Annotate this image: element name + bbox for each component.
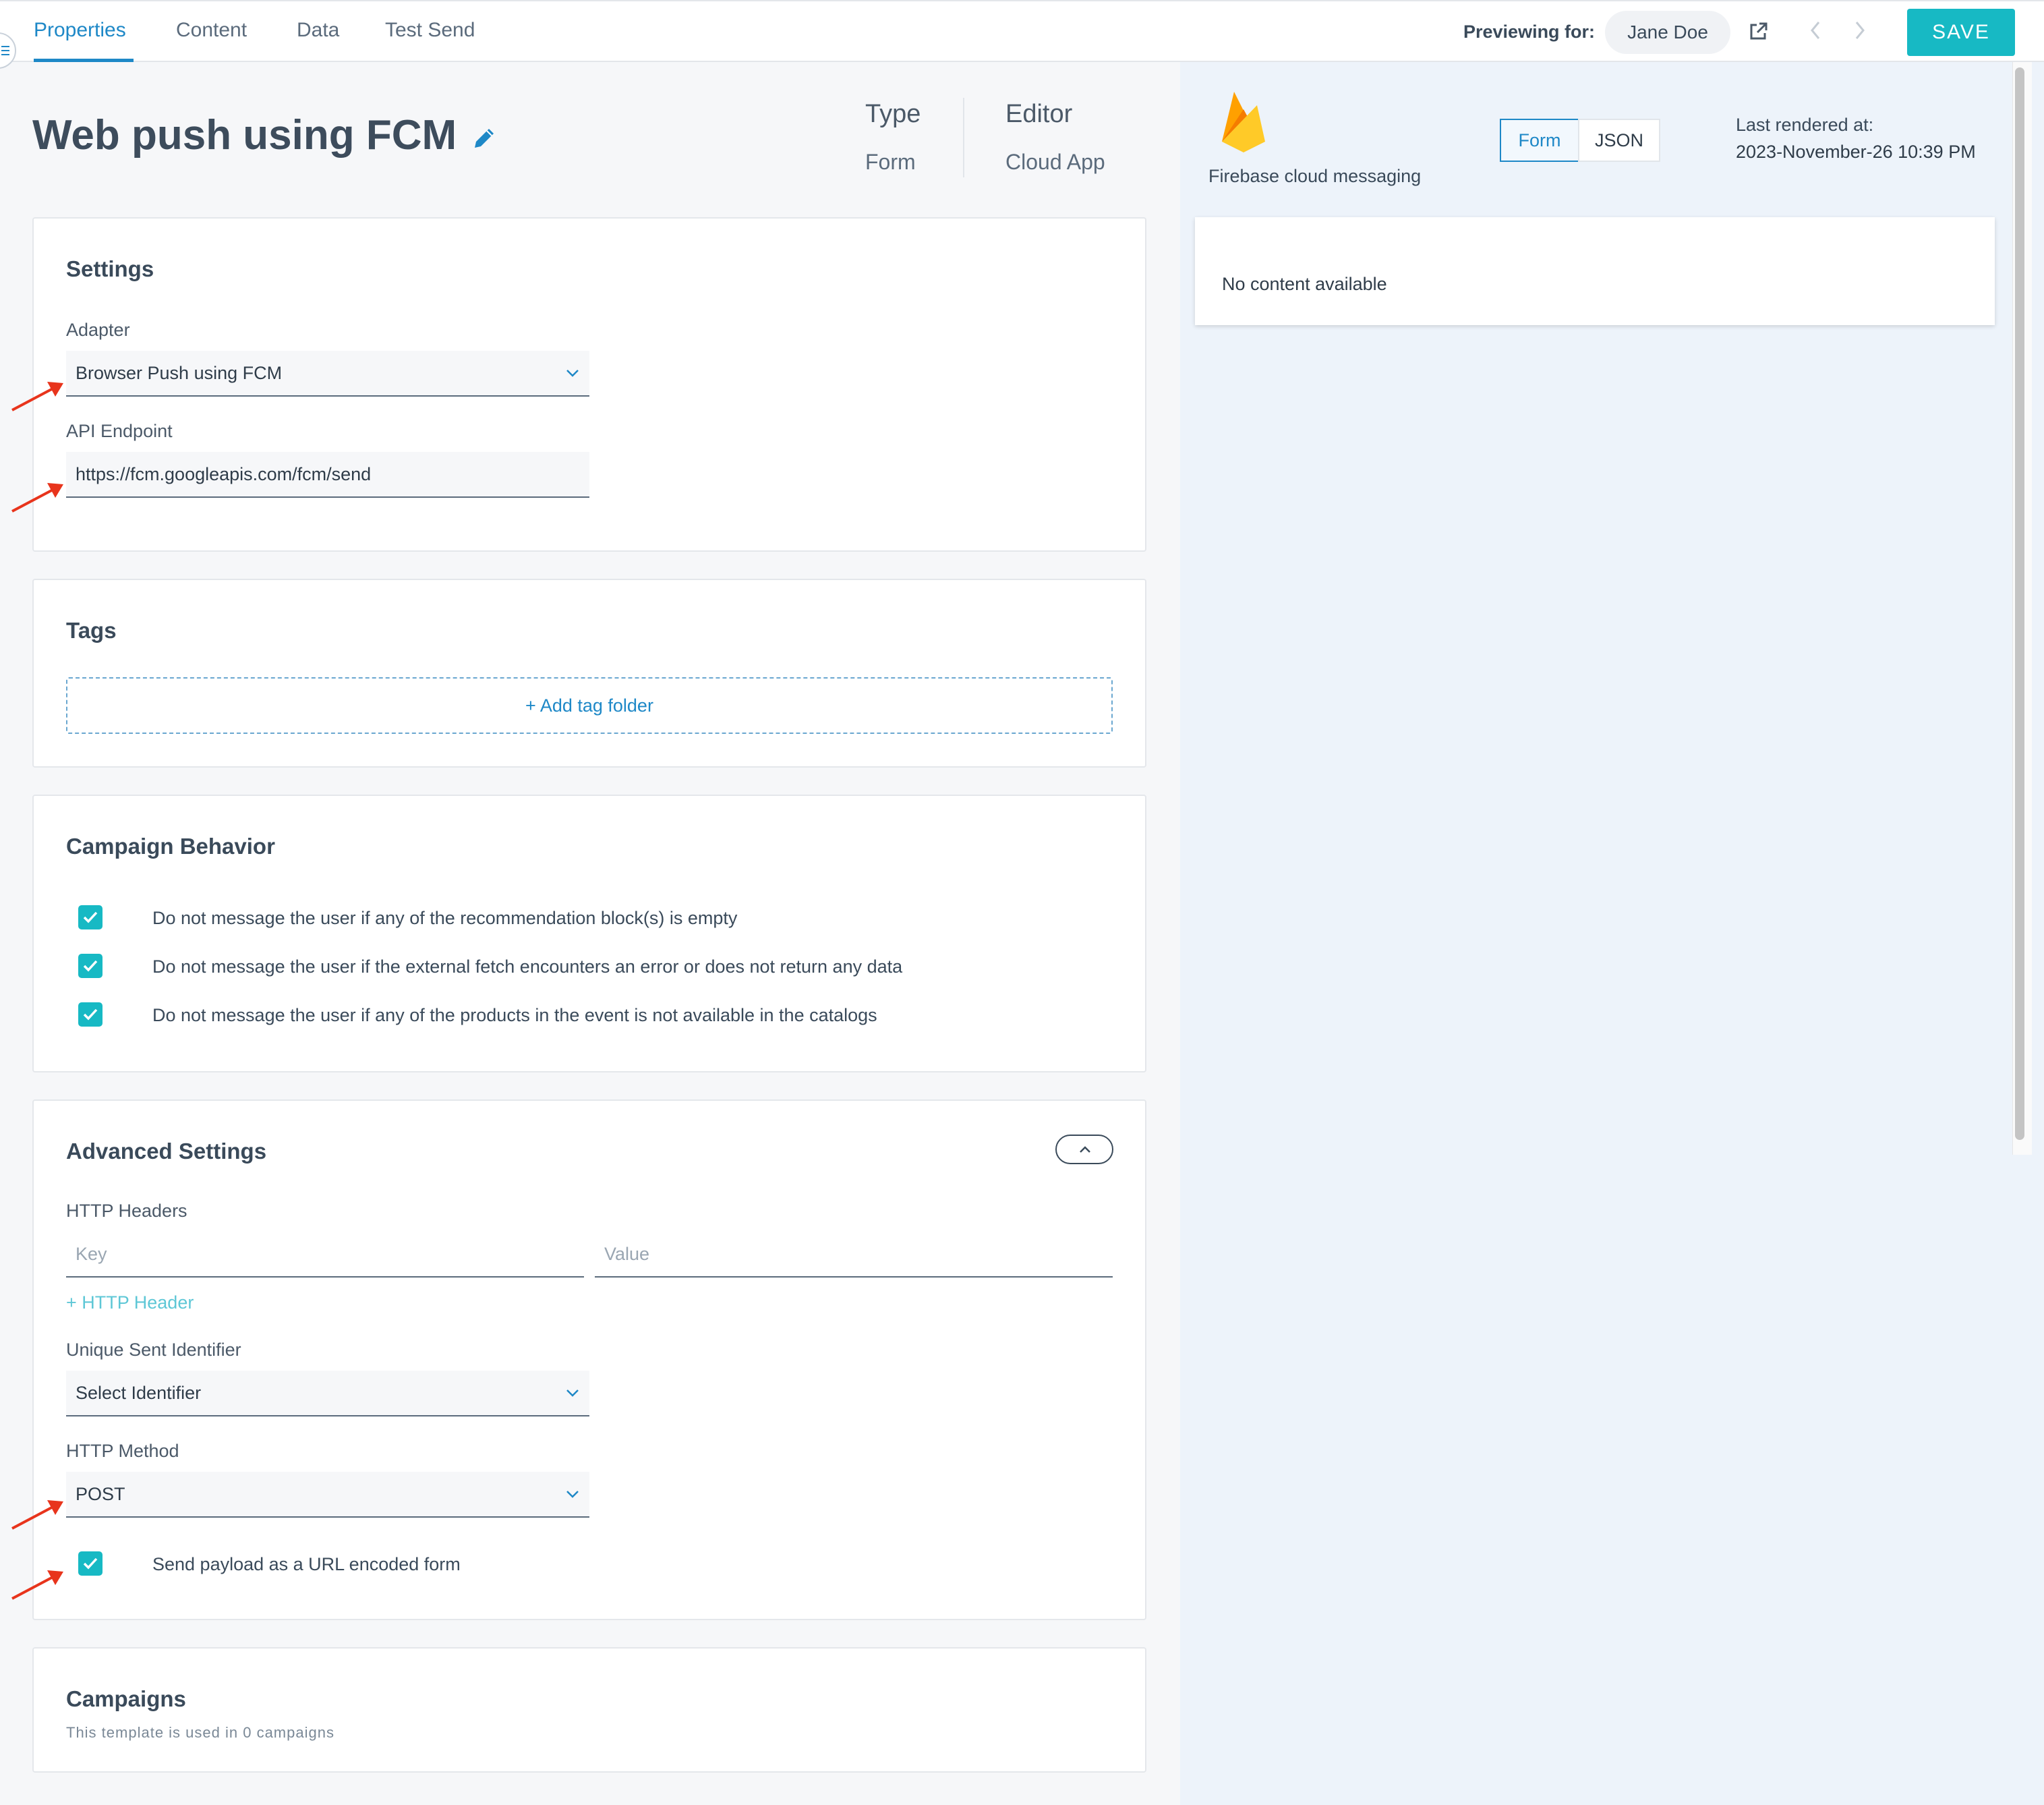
last-rendered-label: Last rendered at:: [1736, 115, 1874, 135]
checkbox-checked[interactable]: [78, 1551, 103, 1576]
editor-value: Cloud App: [1005, 150, 1105, 174]
preview-content-card: No content available: [1195, 217, 1995, 325]
api-endpoint-value: https://fcm.googleapis.com/fcm/send: [76, 464, 372, 484]
behavior-option-label: Do not message the user if any of the pr…: [152, 1005, 877, 1025]
http-method-label: HTTP Method: [66, 1441, 179, 1461]
behavior-option-label: Do not message the user if any of the re…: [152, 908, 738, 928]
previewing-for-label: Previewing for:: [1463, 22, 1596, 42]
annotation-arrow: [11, 483, 63, 513]
checkbox-checked[interactable]: [78, 905, 103, 929]
header-value-input[interactable]: Value: [595, 1232, 1113, 1278]
tab-content[interactable]: Content: [176, 19, 247, 42]
header-key-input[interactable]: Key: [66, 1232, 584, 1278]
header-value-placeholder: Value: [604, 1244, 650, 1264]
campaigns-title: Campaigns: [66, 1686, 186, 1711]
annotation-arrow: [11, 1570, 63, 1600]
preview-scrollbar-thumb[interactable]: [2015, 67, 2024, 1140]
campaign-behavior-title: Campaign Behavior: [66, 834, 275, 859]
unique-sent-identifier-label: Unique Sent Identifier: [66, 1340, 241, 1360]
chevron-down-icon: [566, 370, 579, 377]
unique-sent-identifier-select[interactable]: Select Identifier: [66, 1371, 589, 1416]
page-title: Web push using FCM: [32, 112, 457, 159]
campaigns-card: Campaigns This template is used in 0 cam…: [32, 1647, 1146, 1773]
adapter-select-value: Browser Push using FCM: [76, 363, 283, 383]
preview-user-selector[interactable]: Jane Doe: [1605, 11, 1730, 54]
behavior-option-label: Do not message the user if the external …: [152, 956, 903, 977]
chevron-left-icon[interactable]: [1809, 20, 1822, 40]
tags-card: Tags + Add tag folder: [32, 579, 1146, 768]
adapter-label: Adapter: [66, 320, 130, 340]
firebase-logo: [1222, 92, 1265, 152]
settings-title: Settings: [66, 256, 154, 281]
settings-card: Settings Adapter Browser Push using FCM …: [32, 217, 1146, 552]
http-method-value: POST: [76, 1484, 125, 1504]
add-tag-folder-button[interactable]: + Add tag folder: [66, 677, 1113, 734]
tab-test-send[interactable]: Test Send: [385, 19, 475, 42]
collapse-advanced-button[interactable]: [1055, 1135, 1113, 1164]
type-value: Form: [865, 150, 916, 174]
chevron-down-icon: [566, 1491, 579, 1498]
provider-name: Firebase cloud messaging: [1208, 166, 1422, 186]
save-button[interactable]: SAVE: [1907, 9, 2015, 56]
chevron-down-icon: [566, 1389, 579, 1397]
last-rendered-value: 2023-November-26 10:39 PM: [1736, 142, 1976, 162]
http-method-select[interactable]: POST: [66, 1472, 589, 1518]
adapter-select[interactable]: Browser Push using FCM: [66, 351, 589, 397]
url-encoded-label: Send payload as a URL encoded form: [152, 1554, 461, 1574]
top-nav-bar: Properties Content Data Test Send Previe…: [0, 0, 2044, 62]
checkbox-checked[interactable]: [78, 954, 103, 978]
external-link-icon[interactable]: [1748, 22, 1768, 42]
empty-content-message: No content available: [1222, 274, 1387, 294]
view-toggle-json[interactable]: JSON: [1578, 119, 1660, 162]
type-label: Type: [865, 100, 921, 128]
http-headers-label: HTTP Headers: [66, 1201, 187, 1221]
api-endpoint-label: API Endpoint: [66, 421, 173, 441]
editor-label: Editor: [1005, 100, 1073, 128]
view-toggle-form[interactable]: Form: [1500, 119, 1579, 162]
campaigns-usage-text: This template is used in 0 campaigns: [66, 1724, 334, 1741]
tags-title: Tags: [66, 618, 117, 643]
checkmark-icon: [83, 960, 98, 972]
chevron-up-icon: [1080, 1146, 1090, 1153]
add-http-header-link[interactable]: + HTTP Header: [66, 1292, 194, 1313]
header-key-placeholder: Key: [76, 1244, 107, 1264]
checkbox-checked[interactable]: [78, 1002, 103, 1027]
chevron-right-icon[interactable]: [1853, 20, 1867, 40]
tab-properties[interactable]: Properties: [34, 19, 126, 42]
identifier-select-value: Select Identifier: [76, 1383, 202, 1403]
api-endpoint-input[interactable]: https://fcm.googleapis.com/fcm/send: [66, 452, 589, 498]
checkmark-icon: [83, 1557, 98, 1570]
active-tab-indicator: [34, 59, 134, 62]
annotation-arrow: [11, 1500, 63, 1530]
campaign-behavior-card: Campaign Behavior Do not message the use…: [32, 795, 1146, 1072]
tab-data[interactable]: Data: [297, 19, 339, 42]
pencil-icon[interactable]: [471, 125, 498, 152]
meta-divider: [963, 98, 964, 177]
checkmark-icon: [83, 1008, 98, 1021]
checkmark-icon: [83, 911, 98, 923]
advanced-settings-card: Advanced Settings HTTP Headers Key Value…: [32, 1099, 1146, 1620]
annotation-arrow: [11, 382, 63, 411]
advanced-settings-title: Advanced Settings: [66, 1139, 267, 1164]
